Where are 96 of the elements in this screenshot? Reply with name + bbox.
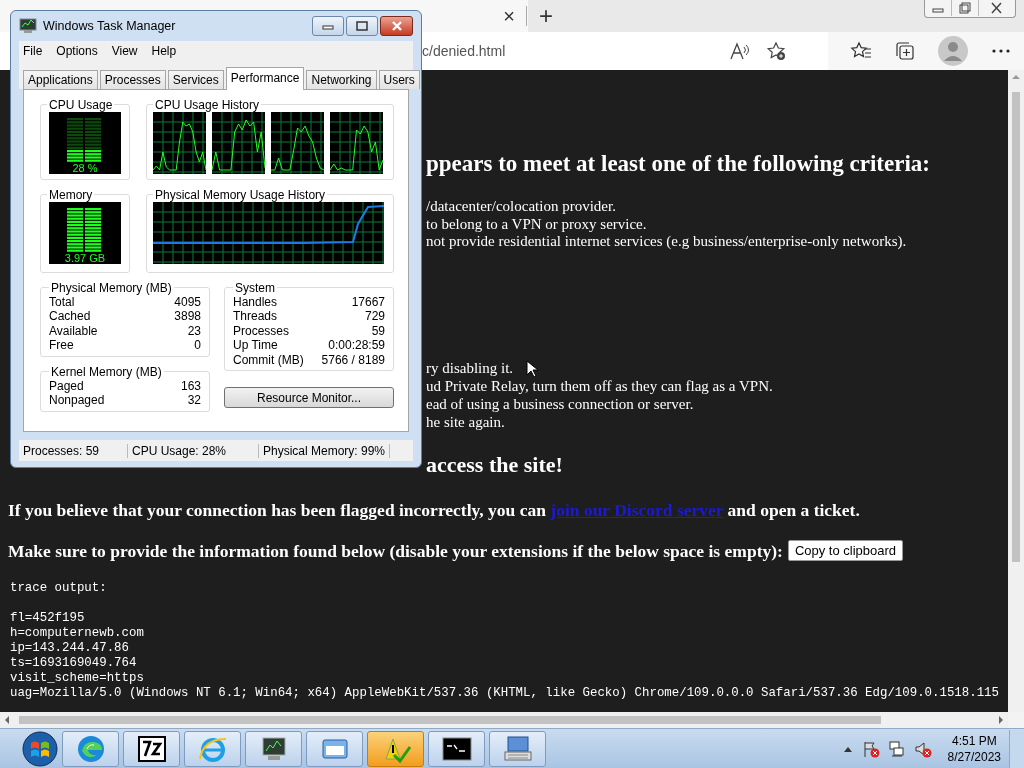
close-icon [390,20,403,31]
status-text: CPU Usage: 28% [128,443,259,458]
stat-value: 729 [364,309,385,324]
taskbar-button[interactable] [245,730,302,767]
stat-label: Handles [233,294,278,309]
add-favorite-icon[interactable] [766,41,788,61]
clock-time: 4:51 PM [950,732,998,749]
info-paragraph: Make sure to provide the information found below (disable your extensions if the below space is empty): [8,539,783,562]
stat-value: 163 [180,378,201,393]
trace-line: ip=143.244.47.86 [10,640,130,656]
stat-label: Commit (MB) [233,352,304,367]
cpu-history-graph [330,111,383,174]
mouse-pointer-icon [526,360,540,378]
cpu-history-graph [271,111,324,174]
stat-value: 3898 [174,309,201,324]
clock-date: 8/27/2023 [947,748,1001,765]
group-title: Memory [48,187,94,202]
favorites-icon[interactable] [850,41,872,61]
group-title: CPU Usage [48,97,114,112]
trace-line: visit_scheme=https [10,670,145,686]
stat-label: Paged [49,378,84,393]
stat-value: 0 [194,338,201,353]
group-title: CPU Usage History [154,97,261,112]
criteria-text: not provide residential internet services (e.g business/enterprise-only networks). [426,233,907,251]
meter-reading: 3.97 GB [64,251,106,264]
resource-monitor-button[interactable]: Resource Monitor... [224,387,394,408]
stat-value: 59 [371,323,385,338]
taskbar-button[interactable] [123,730,180,767]
stat-label: Cached [49,309,91,324]
collections-icon[interactable] [894,41,916,61]
scrollbar-thumb[interactable] [1012,92,1020,562]
stat-value: 4095 [174,294,201,309]
group-title: System [234,280,276,295]
step-text: he site again. [426,412,505,431]
stat-value: 0:00:28:59 [328,338,385,353]
trace-line: uag=Mozilla/5.0 (Windows NT 6.1; Win64; x64) AppleWebKit/537.36 (KHTML, like Gecko) Chrome/109.0.0.0 Safari/537.36 Edg/109.0.1518.115 [10,685,1000,701]
scrollbar-thumb[interactable] [19,716,881,724]
status-text: Processes: 59 [19,443,128,458]
step-text: ead of using a business connection or server. [426,394,694,413]
group-title: Kernel Memory (MB) [50,364,163,379]
window-title: Windows Task Manager [43,18,176,33]
stat-value: 5766 / 8189 [321,352,385,367]
address-text: c/denied.html [422,43,506,59]
stat-label: Available [49,323,98,338]
page-heading: access the site! [426,450,563,479]
new-tab-button[interactable]: + [539,2,553,30]
stat-value: 17667 [351,294,385,309]
tab[interactable]: Networking [306,69,377,89]
discord-paragraph: If you believe that your connection has been flagged incorrectly, you can join our Discord server and open a ticket. [8,498,861,521]
copy-button[interactable]: Copy to clipboard [787,540,904,561]
task-manager-icon [19,17,37,34]
cpu-history-graph [153,111,206,174]
menu-item[interactable]: Options [56,43,98,58]
menu-item[interactable]: View [111,43,138,58]
minimize-button[interactable] [312,15,344,36]
tab[interactable]: Services [167,69,224,89]
profile-avatar-icon[interactable] [938,36,968,66]
cpu-history-graph [212,111,265,174]
clock[interactable]: 4:51 PM 8/27/2023 [947,732,1001,765]
start-button[interactable] [20,728,60,768]
volume-muted-icon[interactable] [913,739,932,758]
trace-line: ts=1693169049.764 [10,655,138,671]
tab[interactable]: Processes [99,69,166,89]
meter-reading: 28 % [72,161,98,174]
tab[interactable]: Applications [23,69,98,89]
tab[interactable]: Users [378,69,420,89]
network-icon[interactable] [887,739,906,758]
status-text: Physical Memory: 99% [259,443,391,458]
stat-label: Total [49,294,75,309]
step-text: ry disabling it. [426,358,514,377]
maximize-icon [356,20,368,31]
maximize-button[interactable] [346,15,378,36]
close-tab-icon[interactable]: × [500,4,518,28]
stat-label: Nonpaged [49,393,105,408]
stat-label: Threads [233,309,278,324]
group-title: Physical Memory Usage History [154,187,327,202]
menu-item[interactable]: Help [151,43,177,58]
criteria-text: /datacenter/colocation provider. [426,198,616,216]
page-heading: ppears to meet at least one of the following criteria: [426,150,930,178]
stat-value: 23 [187,323,201,338]
step-text: ud Private Relay, turn them off as they can flag as a VPN. [426,376,773,395]
criteria-text: to belong to a VPN or proxy service. [426,215,647,233]
trace-line: fl=452f195 [10,610,86,626]
menu-item[interactable]: File [23,43,43,58]
flag-error-icon[interactable] [861,739,880,758]
tab[interactable]: Performance [225,66,305,90]
trace-line: trace output: [10,580,108,596]
stat-label: Free [49,338,74,353]
taskbar-button[interactable] [428,730,485,767]
stat-label: Processes [233,323,290,338]
close-button[interactable] [380,15,413,36]
stat-label: Up Time [233,338,278,353]
group-title: Physical Memory (MB) [50,280,173,295]
stat-value: 32 [187,393,201,408]
read-aloud-icon[interactable] [728,41,750,61]
trace-line: h=computernewb.com [10,625,145,641]
